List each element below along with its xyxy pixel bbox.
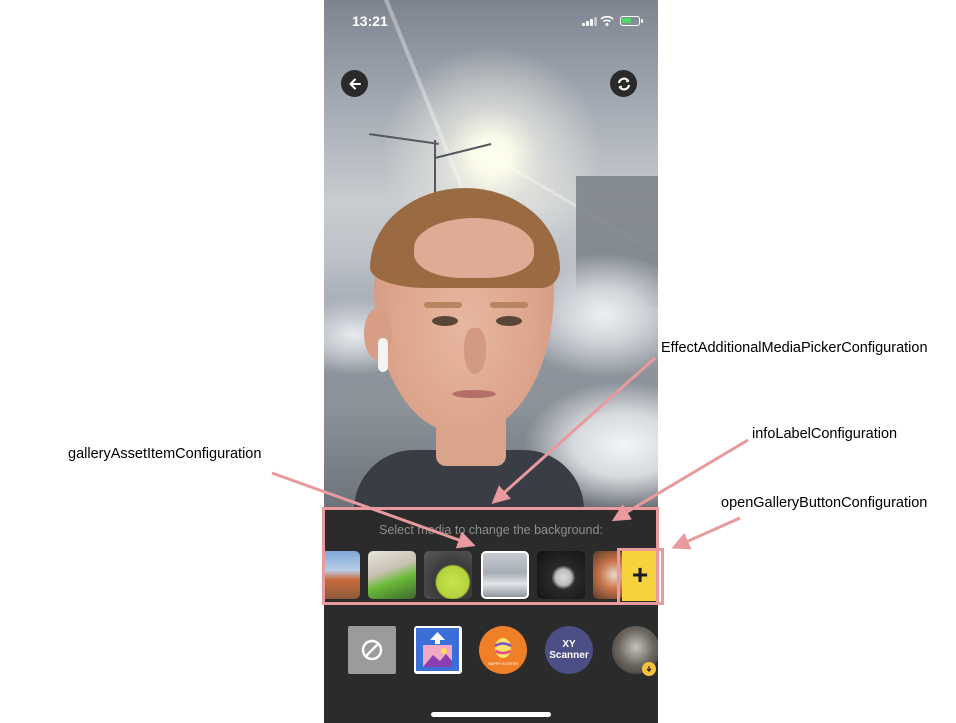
battery-icon xyxy=(620,16,643,26)
no-effect-icon xyxy=(361,639,383,661)
back-button[interactable] xyxy=(341,70,368,97)
camera-preview xyxy=(324,0,658,508)
status-time: 13:21 xyxy=(352,13,388,29)
callout-gallery-asset-item: galleryAssetItemConfiguration xyxy=(68,446,262,462)
home-indicator xyxy=(431,712,551,717)
mouth xyxy=(452,390,496,398)
effects-bar: HAPPY EASTER XY Scanner xyxy=(324,608,658,723)
effect-easter-egg-button[interactable]: HAPPY EASTER xyxy=(479,626,527,674)
earbud xyxy=(378,338,388,372)
signal-icon xyxy=(582,16,597,26)
xy-scanner-line1: XY xyxy=(562,639,576,650)
effect-background-button[interactable] xyxy=(414,626,462,674)
effect-easter-egg-label: HAPPY EASTER xyxy=(487,660,519,666)
easter-egg-icon xyxy=(494,637,512,658)
wifi-icon xyxy=(600,15,614,26)
xy-scanner-line2: Scanner xyxy=(549,650,589,661)
status-bar: 13:21 xyxy=(324,10,658,32)
image-upload-icon xyxy=(416,628,459,671)
highlight-open-gallery xyxy=(617,548,664,605)
download-badge-icon xyxy=(642,662,656,676)
right-eyebrow xyxy=(490,302,528,308)
left-eyebrow xyxy=(424,302,462,308)
highlight-media-picker xyxy=(322,507,659,605)
callout-effect-picker: EffectAdditionalMediaPickerConfiguration xyxy=(661,340,928,356)
effect-face-mask-button[interactable] xyxy=(612,626,658,676)
arrow-left-icon xyxy=(349,78,361,89)
phone-screen: 13:21 Select media to change the backgro… xyxy=(324,0,658,723)
effect-xy-scanner-button[interactable]: XY Scanner xyxy=(545,626,593,674)
callout-open-gallery-button: openGalleryButtonConfiguration xyxy=(721,495,928,511)
left-eye xyxy=(432,316,458,326)
forehead xyxy=(414,218,534,278)
lamp-arm xyxy=(369,133,439,145)
camera-switch-icon xyxy=(617,77,630,90)
person xyxy=(354,188,584,508)
nose xyxy=(464,328,486,374)
callout-info-label: infoLabelConfiguration xyxy=(752,426,898,442)
arrow-open-gallery-button xyxy=(671,516,741,550)
effect-none-button[interactable] xyxy=(348,626,396,674)
annotated-screenshot: 13:21 Select media to change the backgro… xyxy=(0,0,956,723)
switch-camera-button[interactable] xyxy=(610,70,637,97)
right-eye xyxy=(496,316,522,326)
